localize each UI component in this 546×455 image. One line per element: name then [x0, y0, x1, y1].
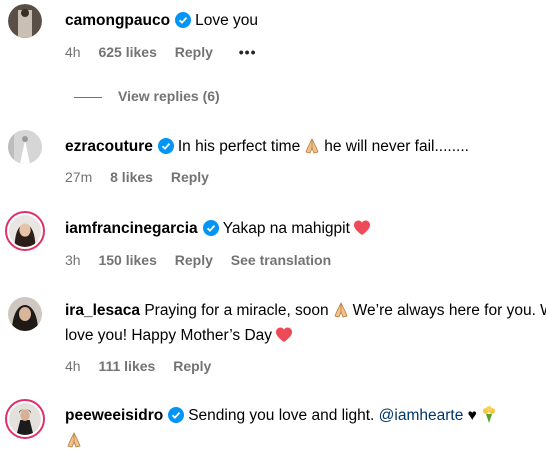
folded-hands-icon: [305, 138, 319, 154]
see-translation-button[interactable]: See translation: [231, 252, 331, 268]
comment-body: In his perfect time: [177, 138, 301, 155]
username[interactable]: camongpauco: [65, 12, 170, 29]
comment-meta: 27m 8 likes Reply: [65, 169, 223, 185]
black-heart-icon: ♥: [467, 407, 477, 424]
heart-icon: [276, 327, 293, 342]
folded-hands-icon: [334, 302, 348, 318]
avatar[interactable]: [8, 4, 42, 38]
timestamp[interactable]: 27m: [65, 169, 92, 185]
comment-text: iamfrancinegarcia Yakap na mahigpit: [65, 216, 546, 241]
avatar[interactable]: [5, 399, 45, 439]
username[interactable]: ezracouture: [65, 138, 153, 155]
username[interactable]: iamfrancinegarcia: [65, 220, 198, 237]
avatar[interactable]: [5, 211, 45, 251]
reply-button[interactable]: Reply: [175, 252, 213, 268]
username[interactable]: ira_lesaca: [65, 302, 140, 319]
comment-body: Love you: [195, 12, 258, 29]
comment-meta: 3h 150 likes Reply See translation: [65, 252, 345, 268]
folded-hands-icon: [67, 432, 81, 448]
comment-body: Yakap na mahigpit: [222, 220, 350, 237]
comment-meta: 4h 625 likes Reply •••: [65, 44, 270, 60]
likes-count[interactable]: 111 likes: [98, 358, 155, 374]
verified-icon: [202, 220, 219, 236]
heart-icon: [353, 220, 370, 235]
divider-line: [74, 96, 102, 98]
comment-text: peeweeisidro Sending you love and light. …: [65, 403, 546, 453]
comment-body: Sending you love and light.: [188, 407, 375, 424]
timestamp[interactable]: 4h: [65, 358, 81, 374]
reply-button[interactable]: Reply: [175, 44, 213, 60]
comment-body-cont: he will never fail........: [324, 138, 469, 155]
mention-link[interactable]: @iamhearte: [379, 407, 464, 424]
timestamp[interactable]: 4h: [65, 44, 81, 60]
comment-meta: 4h 111 likes Reply: [65, 358, 225, 374]
more-options-icon[interactable]: •••: [239, 44, 257, 60]
comment-text: ira_lesaca Praying for a miracle, soon We…: [65, 298, 546, 348]
avatar[interactable]: [8, 297, 42, 331]
likes-count[interactable]: 625 likes: [98, 44, 156, 60]
bouquet-icon: [482, 406, 495, 423]
view-replies-label: View replies (6): [118, 88, 220, 104]
avatar[interactable]: [8, 130, 42, 164]
verified-icon: [157, 138, 174, 154]
timestamp[interactable]: 3h: [65, 252, 81, 268]
view-replies-button[interactable]: View replies (6): [74, 88, 220, 104]
username[interactable]: peeweeisidro: [65, 407, 163, 424]
likes-count[interactable]: 8 likes: [110, 169, 153, 185]
reply-button[interactable]: Reply: [171, 169, 209, 185]
comment-text: camongpauco Love you: [65, 8, 546, 33]
verified-icon: [168, 407, 185, 423]
comment-text: ezracouture In his perfect time he will ne…: [65, 134, 546, 159]
reply-button[interactable]: Reply: [173, 358, 211, 374]
verified-icon: [175, 12, 192, 28]
comment-body: Praying for a miracle, soon: [144, 302, 329, 319]
likes-count[interactable]: 150 likes: [98, 252, 156, 268]
